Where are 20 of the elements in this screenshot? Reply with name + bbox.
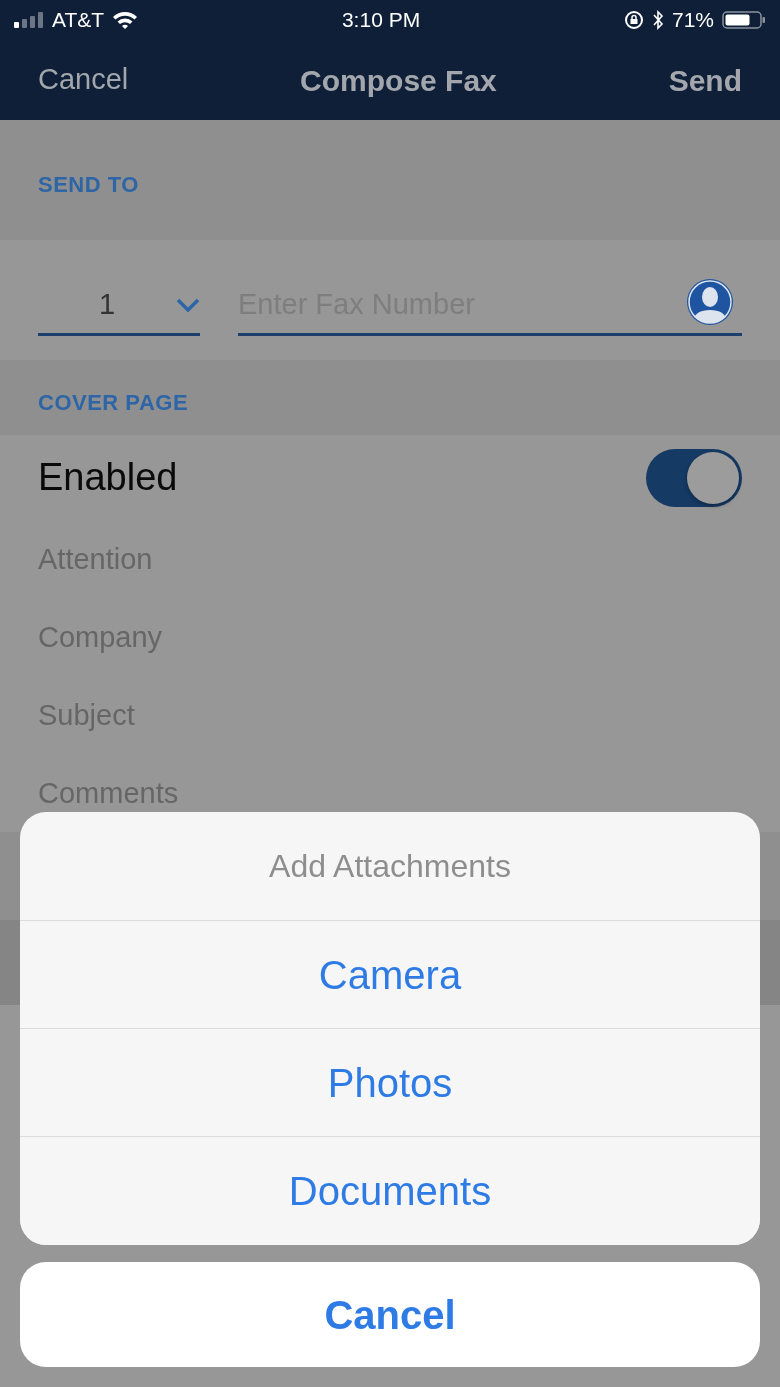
bluetooth-icon xyxy=(651,10,664,30)
toggle-switch[interactable] xyxy=(646,448,742,507)
signal-icon xyxy=(14,12,44,28)
cancel-button[interactable]: Cancel xyxy=(20,1262,760,1367)
battery-percent: 71% xyxy=(671,7,714,34)
cancel-link[interactable]: Cancel xyxy=(38,58,129,102)
country-code-dropdown[interactable]: 1 xyxy=(38,276,200,336)
wifi-icon xyxy=(112,10,139,30)
section-header: SEND TO xyxy=(38,172,139,197)
contact-icon[interactable] xyxy=(686,278,734,326)
sheet-title: Add Attachments xyxy=(269,847,511,886)
chevron-down-icon xyxy=(176,297,200,312)
screen-title: Compose Fax xyxy=(300,62,497,99)
rotation-lock-icon xyxy=(623,10,644,30)
section-header: COVER PAGE xyxy=(38,390,189,415)
battery-icon xyxy=(722,10,766,30)
toggle-label: Enabled xyxy=(38,455,178,500)
status-time: 3:10 PM xyxy=(340,7,422,34)
send-link[interactable]: Send xyxy=(668,57,742,103)
carrier-name: AT&T xyxy=(52,7,105,34)
